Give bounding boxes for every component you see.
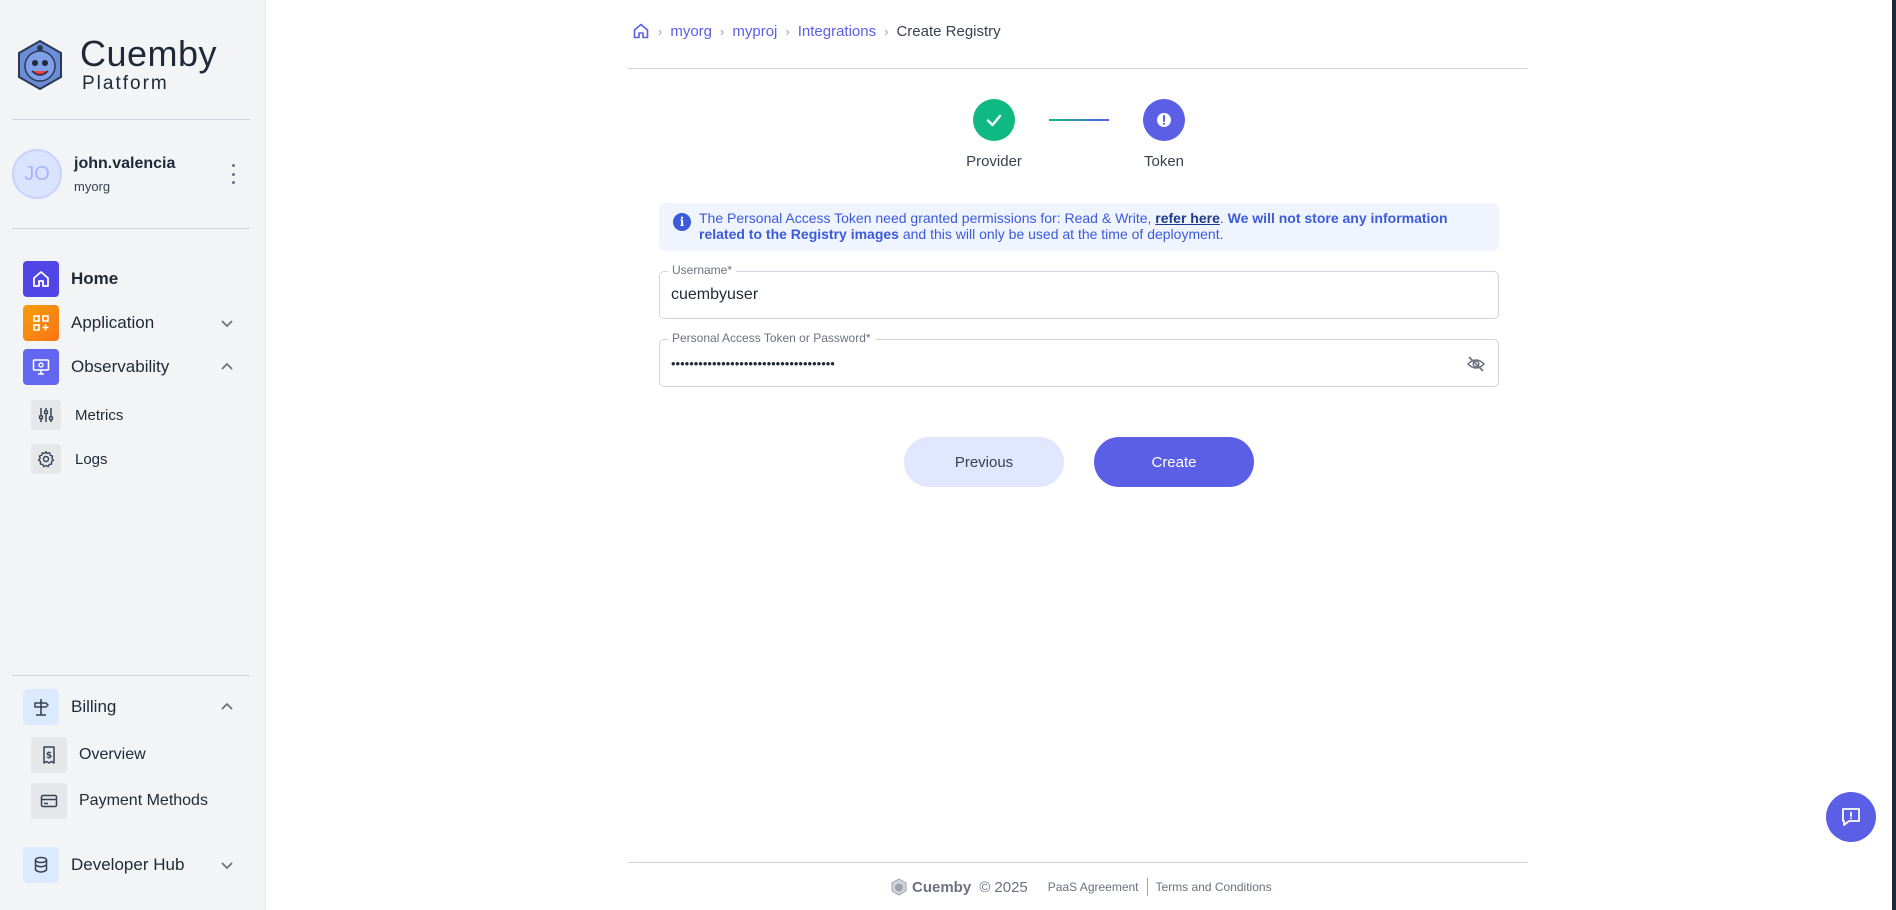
user-name: john.valencia: [74, 154, 176, 172]
step-provider: Provider: [958, 99, 1030, 170]
logo[interactable]: Cuemby Platform: [14, 36, 217, 93]
sidebar-item-metrics[interactable]: Metrics: [31, 399, 245, 431]
breadcrumb-integrations[interactable]: Integrations: [798, 23, 876, 40]
cuemby-logo-icon: [891, 878, 907, 896]
exclamation-icon: [1143, 99, 1185, 141]
previous-button[interactable]: Previous: [904, 437, 1064, 487]
breadcrumb-current: Create Registry: [896, 22, 1001, 40]
chevron-right-icon: ›: [658, 23, 663, 39]
signpost-icon: [23, 689, 59, 725]
monitor-icon: [23, 349, 59, 385]
token-input[interactable]: [671, 340, 1461, 386]
sidebar-item-label: Application: [71, 313, 155, 332]
sidebar-item-payment-methods[interactable]: Payment Methods: [31, 783, 245, 819]
message-icon: [1842, 808, 1860, 826]
breadcrumb: › myorg › myproj › Integrations › Create…: [632, 22, 1001, 40]
footer-separator: [1146, 878, 1148, 896]
create-button[interactable]: Create: [1094, 437, 1254, 487]
home-icon[interactable]: [632, 22, 650, 40]
step-connector: [1049, 119, 1109, 121]
chevron-down-icon[interactable]: [219, 315, 235, 331]
sidebar-item-application[interactable]: Application: [23, 304, 245, 342]
avatar[interactable]: JO: [12, 149, 62, 199]
credit-card-icon: [31, 783, 67, 819]
info-text: and this will only be used at the time o…: [898, 226, 1224, 242]
database-icon: [23, 847, 59, 883]
user-org: myorg: [74, 178, 111, 194]
footer-year: © 2025: [979, 878, 1028, 896]
sidebar-item-billing[interactable]: Billing: [23, 688, 245, 726]
terms-link[interactable]: Terms and Conditions: [1156, 880, 1272, 894]
info-text: .: [1219, 210, 1228, 226]
svg-text:$: $: [46, 751, 52, 761]
check-icon: [973, 99, 1015, 141]
eye-off-icon[interactable]: [1466, 354, 1486, 374]
user-profile: JO john.valencia myorg: [12, 148, 250, 200]
sidebar-item-label: Logs: [75, 450, 108, 468]
cuemby-logo-icon: [18, 39, 62, 90]
grid-plus-icon: [23, 305, 59, 341]
refer-here-link[interactable]: refer here: [1155, 210, 1220, 226]
chat-button[interactable]: [1826, 792, 1876, 842]
chevron-right-icon: ›: [785, 23, 790, 39]
sidebar-item-observability[interactable]: Observability: [23, 348, 245, 386]
chevron-down-icon[interactable]: [219, 857, 235, 873]
username-field: Username*: [659, 263, 1499, 319]
brand-subtitle: Platform: [82, 73, 169, 94]
username-input[interactable]: [671, 272, 1461, 318]
chevron-up-icon[interactable]: [219, 359, 235, 375]
sidebar-item-label: Metrics: [75, 406, 124, 424]
sidebar-divider: [12, 228, 250, 229]
user-menu-icon[interactable]: [230, 164, 236, 184]
chevron-up-icon[interactable]: [219, 699, 235, 715]
brand-name: Cuemby: [80, 33, 218, 74]
sidebar-item-label: Observability: [71, 357, 170, 376]
chevron-right-icon: ›: [884, 23, 889, 39]
footer-divider: [628, 862, 1528, 863]
step-label: Token: [1143, 153, 1185, 170]
footer-brand: Cuemby: [912, 878, 972, 896]
header-divider: [628, 68, 1528, 69]
home-icon: [23, 261, 59, 297]
info-alert: i The Personal Access Token need granted…: [659, 203, 1499, 251]
sidebar: Cuemby Platform JO john.valencia myorg H…: [0, 0, 266, 910]
sidebar-divider: [12, 675, 250, 676]
chevron-right-icon: ›: [720, 23, 725, 39]
sidebar-item-label: Payment Methods: [79, 792, 208, 809]
breadcrumb-project[interactable]: myproj: [732, 23, 777, 40]
token-field: Personal Access Token or Password*: [659, 331, 1499, 387]
sidebar-item-label: Home: [71, 269, 119, 288]
sidebar-item-home[interactable]: Home: [23, 260, 245, 298]
gear-icon: [31, 444, 61, 474]
sidebar-divider: [12, 119, 250, 120]
info-text: The Personal Access Token need granted p…: [699, 210, 1156, 226]
sidebar-item-logs[interactable]: Logs: [31, 443, 245, 475]
footer: Cuemby © 2025 PaaS Agreement Terms and C…: [890, 878, 1272, 896]
sidebar-item-overview[interactable]: $ Overview: [31, 737, 245, 773]
info-icon: i: [673, 213, 691, 231]
sidebar-item-label: Billing: [71, 697, 117, 716]
sidebar-item-label: Developer Hub: [71, 855, 185, 874]
breadcrumb-org[interactable]: myorg: [670, 23, 712, 40]
sliders-icon: [31, 400, 61, 430]
invoice-icon: $: [31, 737, 67, 773]
step-token: Token: [1134, 99, 1194, 170]
step-label: Provider: [966, 153, 1022, 170]
sidebar-item-developer-hub[interactable]: Developer Hub: [23, 846, 245, 884]
sidebar-item-label: Overview: [79, 746, 146, 763]
window-edge: [1892, 0, 1896, 910]
paas-agreement-link[interactable]: PaaS Agreement: [1048, 880, 1139, 894]
